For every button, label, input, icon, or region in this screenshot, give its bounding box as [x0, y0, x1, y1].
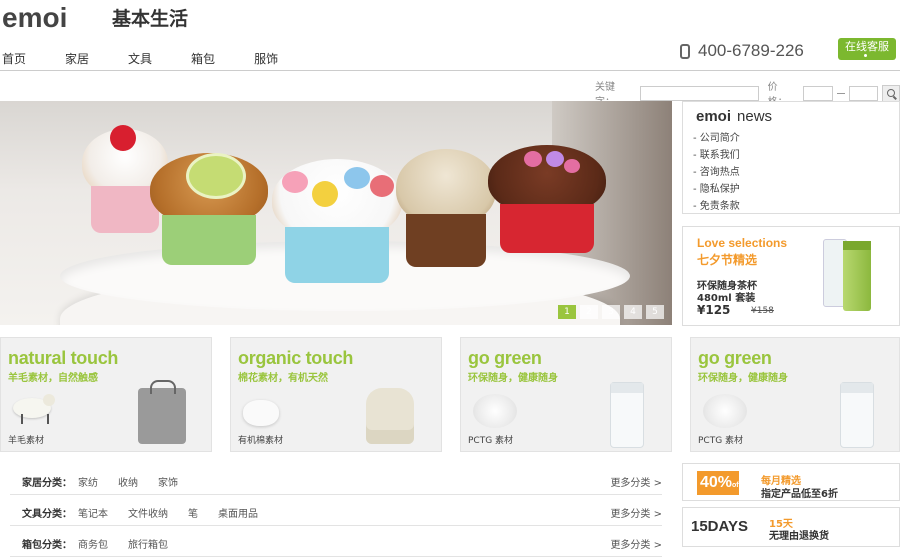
nav-item-stationery[interactable]: 文具 [128, 50, 152, 67]
news-title-brand: emoi [696, 108, 732, 125]
card-material-label: PCTG 素材 [468, 436, 514, 446]
news-link-contact[interactable]: - 联系我们 [693, 147, 740, 164]
online-service-button[interactable]: 在线客服 [838, 38, 896, 60]
category-label: 文具分类： [22, 509, 72, 520]
category-items: 商务包 旅行箱包 [78, 536, 188, 551]
hero-banner[interactable]: 1 2 3 4 5 [0, 101, 672, 325]
card-subtitle: 羊毛素材，自然触感 [8, 373, 98, 384]
card-natural-touch[interactable]: natural touch 羊毛素材，自然触感 羊毛素材 [0, 337, 212, 452]
logo-tagline: 基本生活 [112, 8, 189, 30]
love-product-spec: 480ml 套装 [697, 293, 756, 304]
category-label: 箱包分类： [22, 540, 72, 551]
hotline: 400-6789-226 [680, 41, 804, 61]
keyword-input[interactable] [640, 85, 759, 101]
category-items: 家纺 收纳 家饰 [78, 474, 198, 489]
news-link-disclaimer[interactable]: - 免责条款 [693, 198, 740, 215]
category-row-home: 家居分类： 家纺 收纳 家饰 更多分类 > [10, 464, 662, 495]
cupcake-red [488, 145, 606, 253]
cream-backpack-image [366, 382, 418, 446]
more-categories-link[interactable]: 更多分类 > [610, 505, 662, 520]
monthly-deal-promo[interactable]: 40%off 每月精选 指定产品低至6折 [682, 463, 900, 501]
category-link[interactable]: 笔记本 [78, 505, 108, 520]
news-links: - 公司简介 - 联系我们 - 咨询热点 - 隐私保护 - 免责条款 [693, 130, 740, 215]
nav-item-home-living[interactable]: 家居 [65, 50, 89, 67]
card-title: organic touch [238, 348, 354, 368]
love-selections-promo[interactable]: Love selections 七夕节精选 环保随身茶杯 480ml 套装 ¥1… [682, 226, 900, 326]
category-row-bags: 箱包分类： 商务包 旅行箱包 更多分类 > [10, 526, 662, 557]
nav-item-bags[interactable]: 箱包 [191, 50, 215, 67]
card-material-label: PCTG 素材 [698, 436, 744, 446]
search-icon [887, 89, 896, 97]
more-categories-link[interactable]: 更多分类 > [610, 536, 662, 551]
discount-badge: 40%off [697, 471, 741, 495]
card-go-green-1[interactable]: go green 环保随身，健康随身 PCTG 素材 [460, 337, 672, 452]
love-price: ¥125 [697, 303, 731, 317]
header-divider [0, 70, 900, 71]
card-title: go green [468, 348, 542, 368]
slide-dot-5[interactable]: 5 [646, 305, 664, 319]
card-material-label: 羊毛素材 [8, 436, 45, 446]
nav-item-apparel[interactable]: 服饰 [254, 50, 278, 67]
news-title: emoi news [696, 108, 772, 125]
main-nav: 首页 家居 文具 箱包 服饰 [0, 50, 317, 67]
category-link[interactable]: 文件收纳 [128, 505, 168, 520]
cupcake-green [150, 153, 268, 265]
category-link[interactable]: 收纳 [118, 474, 138, 489]
love-title-en: Love selections [697, 236, 788, 250]
cotton-image [243, 394, 287, 428]
search-button[interactable] [882, 84, 900, 102]
news-title-word: news [737, 108, 773, 125]
price-min-input[interactable] [803, 85, 833, 101]
category-label: 家居分类： [22, 478, 72, 489]
category-link[interactable]: 笔 [188, 505, 198, 520]
green-bottle-image [843, 241, 871, 311]
clear-bottle-image [596, 382, 648, 448]
slide-dot-4[interactable]: 4 [624, 305, 642, 319]
phone-number: 400-6789-226 [698, 41, 804, 60]
love-title-cn: 七夕节精选 [697, 253, 758, 267]
card-material-label: 有机棉素材 [238, 436, 284, 446]
slide-dot-1[interactable]: 1 [558, 305, 576, 319]
category-link[interactable]: 旅行箱包 [128, 536, 168, 551]
price-range-dash [836, 92, 845, 94]
nav-item-home[interactable]: 首页 [2, 50, 26, 67]
sheep-image [13, 394, 57, 428]
fifteen-days-badge: 15DAYS [691, 518, 748, 535]
category-link[interactable]: 家饰 [158, 474, 178, 489]
love-old-price: ¥158 [751, 306, 774, 316]
discount-value: 40% [700, 474, 733, 491]
discount-off: off [732, 482, 741, 489]
category-link[interactable]: 商务包 [78, 536, 108, 551]
card-subtitle: 环保随身，健康随身 [468, 373, 558, 384]
card-organic-touch[interactable]: organic touch 棉花素材，有机天然 有机棉素材 [230, 337, 442, 452]
clear-bottle-image [826, 382, 878, 448]
logo[interactable]: emoi [2, 2, 67, 34]
price-max-input[interactable] [848, 85, 879, 101]
category-link[interactable]: 桌面用品 [218, 505, 258, 520]
cupcake-brown [396, 149, 496, 267]
phone-icon [680, 43, 690, 59]
news-link-about[interactable]: - 公司简介 [693, 130, 740, 147]
category-row-stationery: 文具分类： 笔记本 文件收纳 笔 桌面用品 更多分类 > [10, 495, 662, 526]
more-categories-link[interactable]: 更多分类 > [610, 474, 662, 489]
cupcake-blue [272, 159, 402, 283]
slide-dot-2[interactable]: 2 [580, 305, 598, 319]
category-items: 笔记本 文件收纳 笔 桌面用品 [78, 505, 278, 520]
news-link-faq[interactable]: - 咨询热点 [693, 164, 740, 181]
news-panel: emoi news - 公司简介 - 联系我们 - 咨询热点 - 隐私保护 - 免… [682, 101, 900, 214]
category-link[interactable]: 家纺 [78, 474, 98, 489]
slide-indicators: 1 2 3 4 5 [558, 305, 664, 319]
slide-dot-3[interactable]: 3 [602, 305, 620, 319]
gray-backpack-image [136, 380, 188, 446]
card-go-green-2[interactable]: go green 环保随身，健康随身 PCTG 素材 [690, 337, 900, 452]
monthly-deal-text: 指定产品低至6折 [761, 489, 838, 500]
fiber-image [703, 394, 747, 428]
card-subtitle: 棉花素材，有机天然 [238, 373, 328, 384]
fiber-image [473, 394, 517, 428]
card-title: natural touch [8, 348, 119, 368]
news-link-privacy[interactable]: - 隐私保护 [693, 181, 740, 198]
card-subtitle: 环保随身，健康随身 [698, 373, 788, 384]
card-title: go green [698, 348, 772, 368]
return-policy-promo[interactable]: 15DAYS 15天 无理由退换货 [682, 507, 900, 547]
